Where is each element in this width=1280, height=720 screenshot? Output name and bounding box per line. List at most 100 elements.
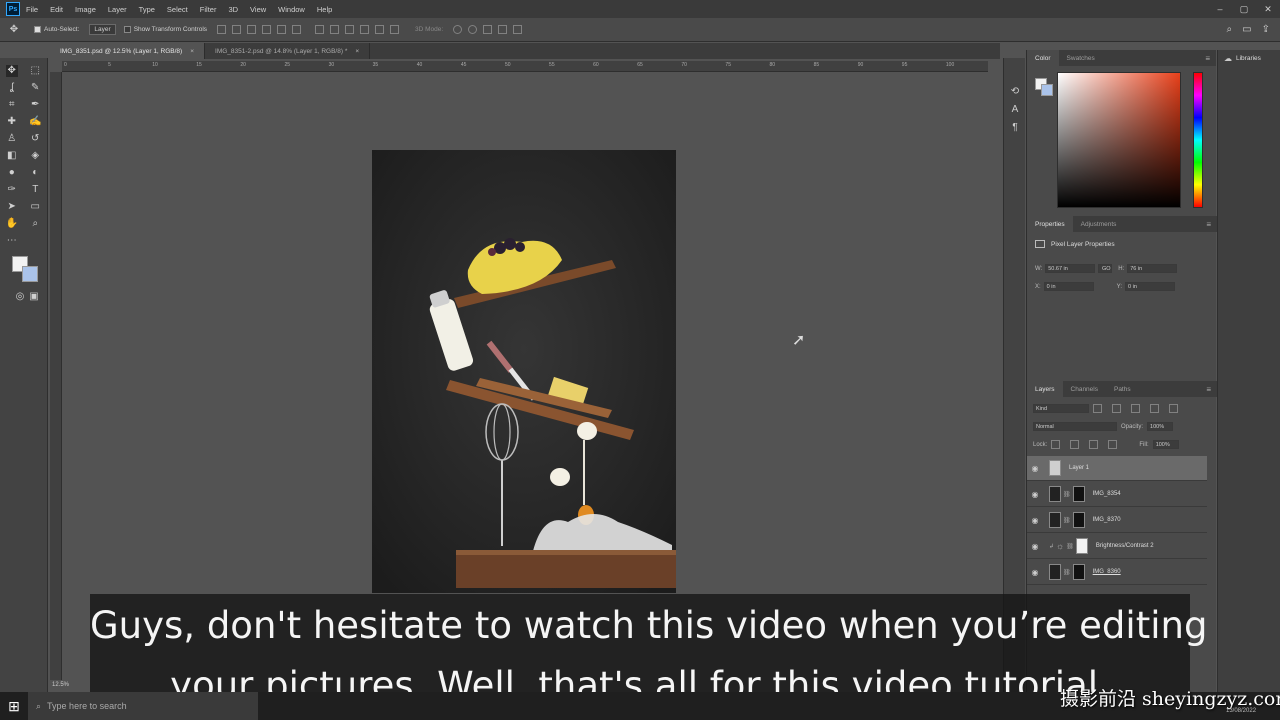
quick-select-tool-icon[interactable]: ✎ — [29, 82, 41, 94]
clone-stamp-icon[interactable]: ♙ — [6, 133, 18, 145]
eyedropper-tool-icon[interactable]: ✒ — [29, 99, 41, 111]
eraser-tool-icon[interactable]: ◧ — [6, 150, 18, 162]
close-icon[interactable]: × — [190, 48, 194, 55]
history-brush-icon[interactable]: ↺ — [29, 133, 41, 145]
hand-tool-icon[interactable]: ✋ — [6, 218, 18, 230]
fill-field[interactable]: 100% — [1152, 440, 1179, 449]
eye-icon[interactable]: ◉ — [1027, 464, 1043, 473]
menu-image[interactable]: Image — [75, 5, 96, 14]
lock-transparency-icon[interactable] — [1051, 440, 1061, 449]
distribute-hcenter-icon[interactable] — [375, 25, 385, 34]
brush-tool-icon[interactable]: ✍ — [29, 116, 41, 128]
layer-row-img-8360[interactable]: ◉ ⛓ IMG_8360 — [1027, 560, 1207, 585]
eye-icon[interactable]: ◉ — [1027, 542, 1043, 551]
lock-position-icon[interactable] — [1089, 440, 1099, 449]
menu-edit[interactable]: Edit — [50, 5, 63, 14]
align-bottom-icon[interactable] — [247, 25, 257, 34]
menu-view[interactable]: View — [250, 5, 266, 14]
link-dimensions-button[interactable]: GO — [1098, 264, 1113, 273]
opacity-field[interactable]: 100% — [1147, 422, 1174, 431]
rectangle-tool-icon[interactable]: ▭ — [29, 201, 41, 213]
kind-filter-dropdown[interactable]: Kind — [1033, 404, 1089, 413]
tab-color[interactable]: Color — [1027, 50, 1059, 66]
move-tool-icon[interactable]: ✥ — [5, 64, 18, 77]
tab-layers[interactable]: Layers — [1027, 381, 1063, 397]
y-field[interactable]: 0 in — [1125, 282, 1176, 291]
menu-file[interactable]: File — [26, 5, 38, 14]
move-tool-icon[interactable]: ✥ — [8, 24, 20, 36]
share-icon[interactable]: ⇪ — [1262, 24, 1270, 35]
menu-type[interactable]: Type — [139, 5, 155, 14]
type-tool-icon[interactable]: T — [29, 184, 41, 196]
more-tools-icon[interactable]: ⋯ — [6, 235, 18, 247]
panel-menu-icon[interactable]: ≡ — [1205, 54, 1210, 63]
tab-adjustments[interactable]: Adjustments — [1073, 216, 1125, 232]
filter-adjustment-icon[interactable] — [1112, 404, 1121, 413]
menu-layer[interactable]: Layer — [108, 5, 127, 14]
path-select-icon[interactable]: ➤ — [6, 201, 18, 213]
healing-brush-icon[interactable]: ✚ — [6, 116, 18, 128]
3d-orbit-icon[interactable] — [453, 25, 463, 34]
3d-slide-icon[interactable] — [498, 25, 508, 34]
libraries-icon[interactable]: ☁ — [1224, 54, 1232, 63]
filter-pixel-icon[interactable] — [1093, 404, 1102, 413]
transform-controls-checkbox[interactable] — [123, 26, 131, 33]
distribute-top-icon[interactable] — [315, 25, 325, 34]
distribute-right-icon[interactable] — [390, 25, 400, 34]
lock-pixels-icon[interactable] — [1070, 440, 1080, 449]
tab-paths[interactable]: Paths — [1106, 381, 1139, 397]
eye-icon[interactable]: ◉ — [1027, 516, 1043, 525]
tab-channels[interactable]: Channels — [1063, 381, 1106, 397]
layer-row-img-8354[interactable]: ◉ ⛓ IMG_8354 — [1027, 482, 1207, 507]
tab-img-8351-2[interactable]: IMG_8351-2.psd @ 14.8% (Layer 1, RGB/8) … — [205, 43, 371, 59]
menu-filter[interactable]: Filter — [200, 5, 217, 14]
panel-menu-icon[interactable]: ≡ — [1206, 220, 1211, 229]
search-icon[interactable]: ⌕ — [1227, 24, 1233, 35]
3d-scale-icon[interactable] — [513, 25, 523, 34]
align-left-icon[interactable] — [262, 25, 272, 34]
eye-icon[interactable]: ◉ — [1027, 490, 1043, 499]
layer-row-img-8370[interactable]: ◉ ⛓ IMG_8370 — [1027, 508, 1207, 533]
color-picker-field[interactable] — [1057, 72, 1181, 208]
lasso-tool-icon[interactable]: ʆ — [6, 82, 18, 94]
lock-all-icon[interactable] — [1108, 440, 1118, 449]
paint-bucket-icon[interactable]: ◈ — [29, 150, 41, 162]
history-icon[interactable]: ⟲ — [1004, 82, 1026, 100]
auto-select-dropdown[interactable]: Layer — [89, 24, 116, 35]
zoom-tool-icon[interactable]: ⌕ — [29, 218, 41, 230]
close-icon[interactable]: × — [355, 48, 359, 55]
dodge-tool-icon[interactable]: ◐ — [29, 167, 41, 179]
background-color-swatch[interactable] — [22, 266, 38, 282]
menu-3d[interactable]: 3D — [228, 5, 238, 14]
minimize-button[interactable]: – — [1208, 4, 1232, 15]
align-top-icon[interactable] — [217, 25, 227, 34]
auto-select-checkbox[interactable] — [34, 26, 41, 33]
document-image[interactable] — [372, 150, 676, 593]
distribute-left-icon[interactable] — [360, 25, 370, 34]
align-hcenter-icon[interactable] — [277, 25, 287, 34]
filter-shape-icon[interactable] — [1150, 404, 1159, 413]
distribute-vcenter-icon[interactable] — [330, 25, 340, 34]
3d-roll-icon[interactable] — [468, 25, 478, 34]
blur-tool-icon[interactable]: ● — [6, 167, 18, 179]
blend-mode-dropdown[interactable]: Normal — [1033, 422, 1117, 431]
quick-mask-icon[interactable]: ◎ — [14, 290, 26, 302]
filter-smart-icon[interactable] — [1169, 404, 1178, 413]
panel-menu-icon[interactable]: ≡ — [1206, 385, 1211, 394]
crop-tool-icon[interactable]: ⌗ — [6, 99, 18, 111]
layer-row-brightness-contrast-2[interactable]: ◉ ↲ ☼ ⛓ Brightness/Contrast 2 — [1027, 534, 1207, 559]
screen-mode-icon[interactable]: ▣ — [28, 290, 40, 302]
taskbar-search[interactable]: ⌕ Type here to search — [28, 692, 258, 720]
paragraph-icon[interactable]: ¶ — [1004, 118, 1026, 136]
character-icon[interactable]: A — [1004, 100, 1026, 118]
hue-slider[interactable] — [1193, 72, 1203, 208]
color-bg-swatch[interactable] — [1041, 84, 1053, 96]
distribute-bottom-icon[interactable] — [345, 25, 355, 34]
width-field[interactable]: 50.67 in — [1045, 264, 1096, 273]
menu-select[interactable]: Select — [167, 5, 188, 14]
workspace-icon[interactable]: ▭ — [1242, 24, 1251, 35]
eye-icon[interactable]: ◉ — [1027, 568, 1043, 577]
marquee-tool-icon[interactable]: ⬚ — [29, 65, 41, 77]
menu-window[interactable]: Window — [278, 5, 305, 14]
align-vcenter-icon[interactable] — [232, 25, 242, 34]
